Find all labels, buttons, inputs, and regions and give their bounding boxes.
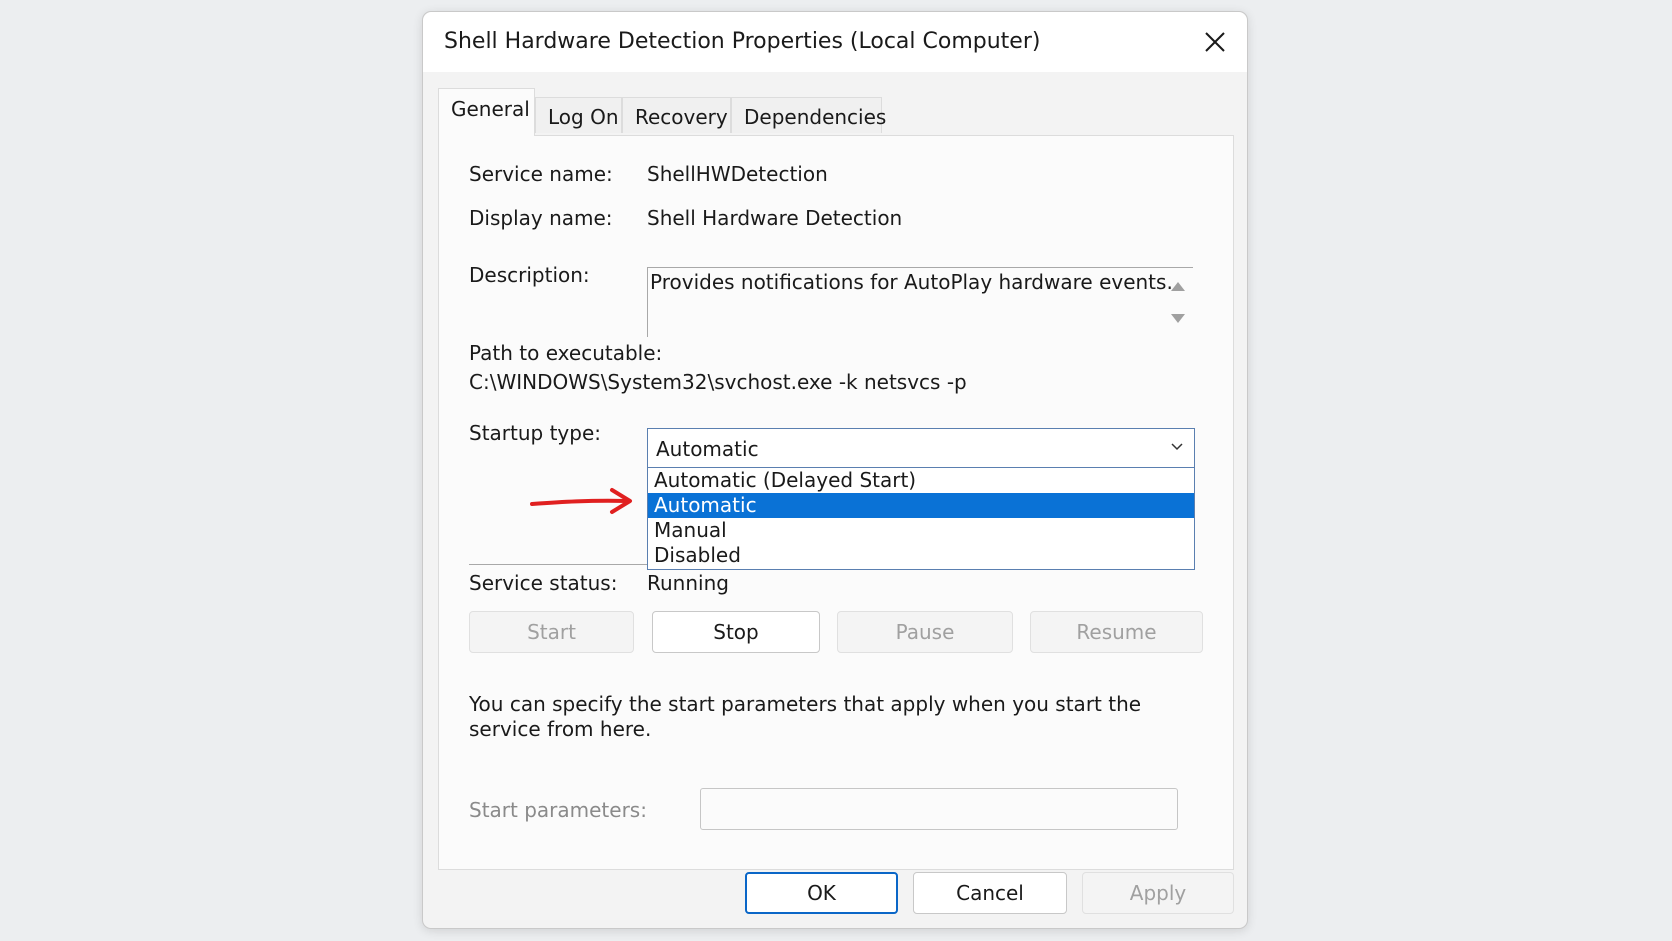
- service-status-label: Service status:: [469, 571, 618, 595]
- start-button[interactable]: Start: [469, 611, 634, 653]
- cancel-button[interactable]: Cancel: [913, 872, 1067, 914]
- startup-type-value: Automatic: [656, 437, 759, 461]
- scroll-up-icon[interactable]: [1171, 282, 1185, 291]
- tab-dependencies[interactable]: Dependencies: [731, 97, 886, 133]
- display-name-label: Display name:: [469, 206, 613, 230]
- tab-log-on[interactable]: Log On: [535, 97, 622, 133]
- divider: [469, 564, 649, 565]
- stop-button[interactable]: Stop: [652, 611, 820, 653]
- option-manual[interactable]: Manual: [648, 518, 1194, 543]
- apply-button[interactable]: Apply: [1082, 872, 1234, 914]
- tab-recovery[interactable]: Recovery: [622, 97, 731, 133]
- option-automatic-delayed[interactable]: Automatic (Delayed Start): [648, 468, 1194, 493]
- chevron-down-icon: [1171, 443, 1183, 451]
- resume-button[interactable]: Resume: [1030, 611, 1203, 653]
- path-value: C:\WINDOWS\System32\svchost.exe -k netsv…: [469, 370, 967, 394]
- description-text: Provides notifications for AutoPlay hard…: [650, 270, 1173, 294]
- start-params-info: You can specify the start parameters tha…: [469, 692, 1142, 741]
- service-status-value: Running: [647, 571, 729, 595]
- red-arrow-annotation-icon: [530, 488, 632, 514]
- option-disabled[interactable]: Disabled: [648, 543, 1194, 568]
- description-label: Description:: [469, 263, 590, 287]
- pause-button[interactable]: Pause: [837, 611, 1013, 653]
- dialog-title: Shell Hardware Detection Properties (Loc…: [444, 29, 1041, 54]
- startup-type-select[interactable]: Automatic: [647, 428, 1195, 468]
- description-box[interactable]: Provides notifications for AutoPlay hard…: [647, 267, 1193, 337]
- close-button[interactable]: [1195, 24, 1235, 60]
- scroll-down-icon[interactable]: [1171, 314, 1185, 323]
- service-name-label: Service name:: [469, 162, 613, 186]
- startup-type-label: Startup type:: [469, 421, 602, 445]
- ok-button[interactable]: OK: [745, 872, 898, 914]
- service-name-value: ShellHWDetection: [647, 162, 828, 186]
- tab-general[interactable]: General: [438, 88, 535, 136]
- title-bar: Shell Hardware Detection Properties (Loc…: [423, 12, 1247, 72]
- display-name-value: Shell Hardware Detection: [647, 206, 903, 230]
- option-automatic[interactable]: Automatic: [648, 493, 1194, 518]
- startup-type-dropdown: Automatic (Delayed Start) Automatic Manu…: [647, 467, 1195, 570]
- path-label: Path to executable:: [469, 341, 663, 365]
- start-parameters-label: Start parameters:: [469, 798, 647, 822]
- service-properties-dialog: Shell Hardware Detection Properties (Loc…: [422, 11, 1248, 929]
- start-parameters-input[interactable]: [700, 788, 1178, 830]
- close-icon: [1205, 32, 1225, 52]
